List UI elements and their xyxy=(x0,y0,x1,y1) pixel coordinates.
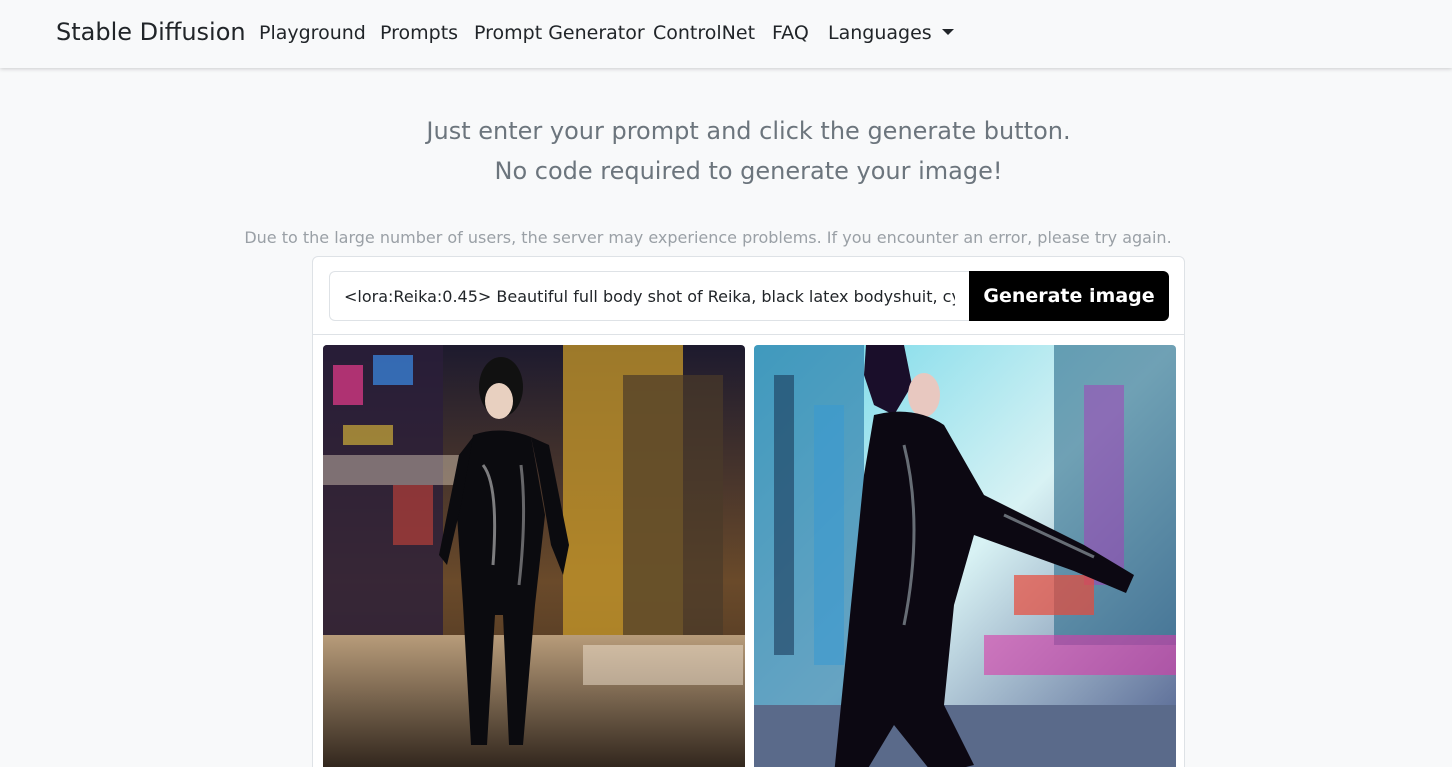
generate-image-button[interactable]: Generate image xyxy=(969,271,1169,321)
nav-link-controlnet[interactable]: ControlNet xyxy=(653,22,755,44)
nav-link-prompts[interactable]: Prompts xyxy=(380,22,458,44)
generated-image-2-picture xyxy=(754,345,1176,767)
top-navbar: Stable Diffusion Playground Prompts Prom… xyxy=(0,0,1452,68)
languages-label: Languages xyxy=(828,22,932,44)
nav-link-playground[interactable]: Playground xyxy=(259,22,366,44)
generator-card-header: Generate image xyxy=(313,257,1184,335)
generated-image-1-picture xyxy=(323,345,745,767)
generator-card: Generate image xyxy=(312,256,1185,767)
server-notice: Due to the large number of users, the se… xyxy=(244,228,1172,247)
nav-link-prompt-generator[interactable]: Prompt Generator xyxy=(474,22,645,44)
prompt-input[interactable] xyxy=(329,271,969,321)
caret-down-icon xyxy=(941,29,954,35)
brand-link[interactable]: Stable Diffusion xyxy=(56,18,246,46)
hero-subtitle-line-1: Just enter your prompt and click the gen… xyxy=(426,117,1071,145)
nav-link-faq[interactable]: FAQ xyxy=(772,22,809,44)
hero-subtitle-line-2: No code required to generate your image! xyxy=(494,157,1003,185)
nav-dropdown-languages[interactable]: Languages xyxy=(828,22,954,44)
generated-image-1[interactable] xyxy=(323,345,745,767)
generated-image-2[interactable] xyxy=(754,345,1176,767)
